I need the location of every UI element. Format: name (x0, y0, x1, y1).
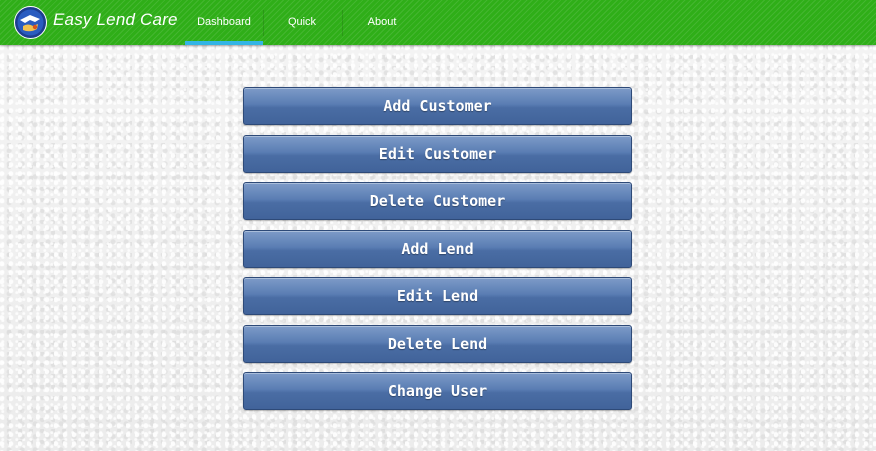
tab-quick-label: Quick (287, 15, 317, 28)
tab-about[interactable]: About (343, 0, 421, 45)
delete-customer-button[interactable]: Delete Customer (243, 182, 632, 220)
app-title: Easy Lend Care (53, 10, 178, 29)
tab-selected-indicator (185, 41, 263, 45)
edit-lend-button[interactable]: Edit Lend (243, 277, 632, 315)
tab-about-label: About (367, 15, 397, 28)
tab-dashboard[interactable]: Dashboard (185, 0, 263, 45)
change-user-button[interactable]: Change User (243, 372, 632, 410)
edit-customer-button[interactable]: Edit Customer (243, 134, 632, 173)
add-lend-button[interactable]: Add Lend (243, 229, 632, 268)
tab-dashboard-label: Dashboard (197, 15, 251, 28)
delete-lend-button[interactable]: Delete Lend (243, 324, 632, 363)
add-customer-button[interactable]: Add Customer (243, 87, 632, 125)
action-bar: Easy Lend Care Dashboard Quick About (0, 0, 876, 45)
tab-quick[interactable]: Quick (263, 0, 341, 45)
app-logo-icon (14, 6, 47, 39)
dashboard-menu: Add Customer Edit Customer Delete Custom… (243, 87, 632, 420)
